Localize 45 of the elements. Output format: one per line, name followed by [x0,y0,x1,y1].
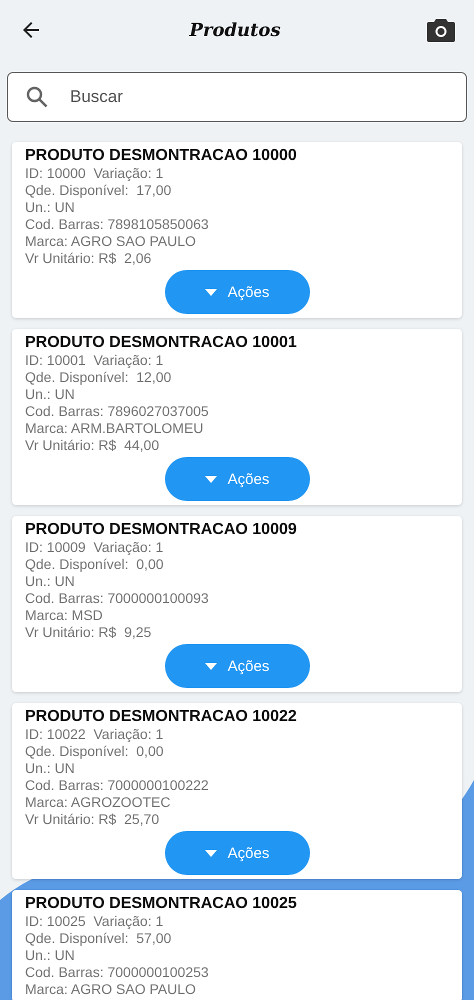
product-detail: Qde. Disponível: 57,00 [25,930,172,947]
product-detail: Un.: UN [25,760,76,777]
product-name: PRODUTO DESMONTRACAO 10001 [25,333,298,352]
product-name: PRODUTO DESMONTRACAO 10022 [25,707,298,726]
camera-icon [427,17,455,43]
product-detail: Cod. Barras: 7000000100253 [25,964,210,981]
product-detail: Qde. Disponível: 17,00 [25,182,172,199]
product-detail: ID: 10009 Variação: 1 [25,539,164,556]
caret-icon [204,662,217,670]
product-detail: ID: 10022 Variação: 1 [25,726,164,743]
actions-button[interactable]: Ações [164,644,310,688]
caret-icon [204,850,217,856]
actions-button[interactable]: Ações [164,831,310,875]
product-detail: Un.: UN [25,199,76,216]
product-name: PRODUTO DESMONTRACAO 10009 [25,520,298,539]
product-detail: Vr Unitário: R$ 44,00 [25,437,160,454]
product-detail: Marca: AGROZOOTEC [25,794,172,811]
product-detail: Marca: MSD [25,607,104,624]
product-detail: Cod. Barras: 7896027037005 [25,403,210,420]
product-detail: Marca: ARM.BARTOLOMEU [25,420,204,437]
product-detail: Qde. Disponível: 0,00 [25,556,165,573]
actions-button[interactable]: Ações [164,457,310,501]
product-detail: Vr Unitário: R$ 2,06 [25,250,152,267]
product-detail: Cod. Barras: 7898105850063 [25,216,210,233]
caret-icon [204,288,217,296]
product-detail: Un.: UN [25,386,76,403]
product-detail: ID: 10025 Variação: 1 [25,913,164,930]
product-detail: ID: 10001 Variação: 1 [25,352,164,369]
product-name: PRODUTO DESMONTRACAO 10025 [25,894,298,913]
product-detail: Un.: UN [25,947,76,964]
product-detail: ID: 10000 Variação: 1 [25,165,164,182]
product-detail: Vr Unitário: R$ 25,70 [25,811,160,828]
product-detail: Vr Unitário: R$ 9,25 [25,624,152,641]
product-detail: Cod. Barras: 7000000100222 [25,777,210,794]
product-detail: Marca: AGRO SAO PAULO [25,981,197,998]
product-detail: Un.: UN [25,573,76,590]
product-detail: Cod. Barras: 7000000100093 [25,590,210,607]
product-detail: Qde. Disponível: 0,00 [25,743,165,760]
product-detail: Qde. Disponível: 12,00 [25,369,172,386]
product-detail: Marca: AGRO SAO PAULO [25,233,197,250]
product-name: PRODUTO DESMONTRACAO 10000 [25,146,298,165]
search-field[interactable]: Buscar [7,72,467,122]
page-title: Produtos [189,20,281,40]
actions-button[interactable]: Ações [164,270,310,314]
caret-icon [204,476,217,482]
